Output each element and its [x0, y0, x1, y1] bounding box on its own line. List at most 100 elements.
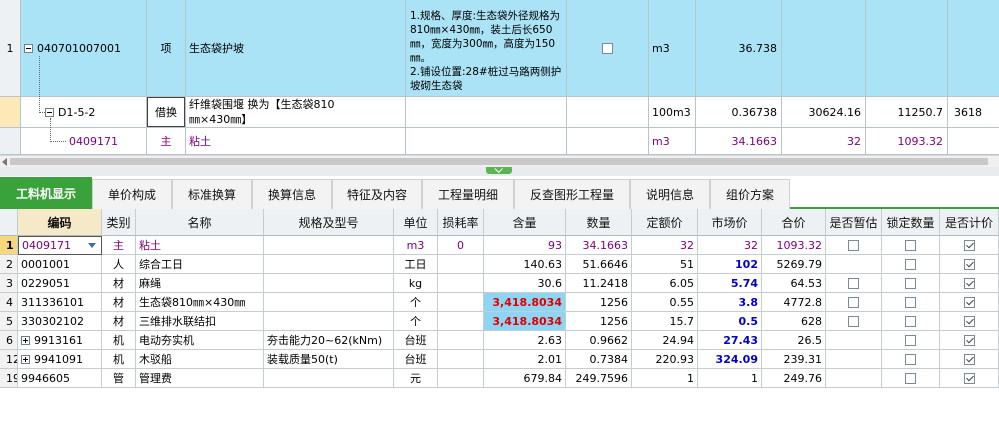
- resource-category[interactable]: 机: [102, 331, 136, 350]
- resource-row[interactable]: 12 9941091 机木驳船装载质量50(t)台班 2.010.7384220.93…: [0, 350, 999, 369]
- item-total[interactable]: 1093.32: [866, 128, 948, 155]
- resource-market-price[interactable]: 0.5: [698, 312, 762, 331]
- lock-quantity-checkbox[interactable]: [882, 331, 940, 350]
- resource-content[interactable]: 3,418.8034: [484, 293, 566, 312]
- item-extra[interactable]: [948, 0, 999, 97]
- header-total-price[interactable]: 合价: [762, 209, 826, 236]
- checkbox[interactable]: [905, 353, 916, 365]
- resource-quota-price[interactable]: 0.55: [632, 293, 698, 312]
- scroll-left-icon[interactable]: [2, 158, 7, 166]
- resource-spec[interactable]: [264, 236, 394, 255]
- item-row-bill[interactable]: 1 040701007001 项 生态袋护坡 1.规格、厚度:生态袋外径规格为8…: [0, 0, 999, 97]
- checkbox[interactable]: [848, 277, 859, 289]
- item-unit-price[interactable]: [782, 0, 866, 97]
- header-unit[interactable]: 单位: [394, 209, 438, 236]
- resource-name[interactable]: 管理费: [136, 369, 264, 388]
- resource-quota-price[interactable]: 24.94: [632, 331, 698, 350]
- resource-total-price[interactable]: 1093.32: [762, 236, 826, 255]
- is-estimated-checkbox[interactable]: [826, 331, 882, 350]
- resource-quantity[interactable]: 34.1663: [566, 236, 632, 255]
- resource-market-price[interactable]: 5.74: [698, 274, 762, 293]
- is-estimated-checkbox[interactable]: [826, 236, 882, 255]
- collapse-icon[interactable]: [45, 107, 54, 117]
- resource-category[interactable]: 材: [102, 312, 136, 331]
- resource-content[interactable]: 2.63: [484, 331, 566, 350]
- resource-row[interactable]: 4 311336101 材生态袋810㎜×430㎜ 个 3,418.8034 1256 0.…: [0, 293, 999, 312]
- is-priced-checkbox[interactable]: [940, 331, 999, 350]
- item-row-quota[interactable]: D1-5-2 借换 纤维袋围堰 换为【生态袋810㎜×430㎜】 100m3 0…: [0, 97, 999, 128]
- resource-code[interactable]: 9946605: [18, 369, 102, 388]
- item-checkbox-cell[interactable]: [567, 0, 649, 97]
- is-priced-checkbox[interactable]: [940, 255, 999, 274]
- header-code[interactable]: 编码: [18, 209, 102, 236]
- item-quantity[interactable]: 36.738: [696, 0, 782, 97]
- header-quantity[interactable]: 数量: [566, 209, 632, 236]
- checkbox[interactable]: [905, 334, 916, 346]
- tab-unit-price-composition[interactable]: 单价构成: [92, 179, 172, 209]
- dropdown-arrow-icon[interactable]: [88, 243, 96, 248]
- is-estimated-checkbox[interactable]: [826, 369, 882, 388]
- item-unit-price[interactable]: 30624.16: [782, 97, 866, 128]
- lock-quantity-checkbox[interactable]: [882, 236, 940, 255]
- resource-category[interactable]: 机: [102, 350, 136, 369]
- resource-category[interactable]: 人: [102, 255, 136, 274]
- resource-name[interactable]: 木驳船: [136, 350, 264, 369]
- is-estimated-checkbox[interactable]: [826, 312, 882, 331]
- resource-row[interactable]: 6 9913161 机电动夯实机 夯击能力20~62(kNm) 台班 2.63 0.9662…: [0, 331, 999, 350]
- resource-market-price[interactable]: 324.09: [698, 350, 762, 369]
- resource-loss-rate[interactable]: [438, 312, 484, 331]
- tab-features-content[interactable]: 特征及内容: [332, 179, 422, 209]
- checkbox[interactable]: [848, 239, 859, 251]
- item-feature-description[interactable]: [406, 128, 567, 155]
- expand-icon[interactable]: [21, 354, 30, 364]
- resource-row[interactable]: 2 0001001 人综合工日 工日 140.63 51.6646 51 102 5269.79: [0, 255, 999, 274]
- pane-splitter[interactable]: [0, 167, 999, 176]
- is-priced-checkbox[interactable]: [940, 293, 999, 312]
- tab-conversion-info[interactable]: 换算信息: [252, 179, 332, 209]
- resource-loss-rate[interactable]: [438, 274, 484, 293]
- resource-quota-price[interactable]: 15.7: [632, 312, 698, 331]
- resource-quota-price[interactable]: 220.93: [632, 350, 698, 369]
- resource-name[interactable]: 生态袋810㎜×430㎜: [136, 293, 264, 312]
- resource-category[interactable]: 管: [102, 369, 136, 388]
- item-quantity[interactable]: 0.36738: [696, 97, 782, 128]
- resource-quantity[interactable]: 51.6646: [566, 255, 632, 274]
- resource-quantity[interactable]: 0.9662: [566, 331, 632, 350]
- is-priced-checkbox[interactable]: [940, 369, 999, 388]
- lock-quantity-checkbox[interactable]: [882, 369, 940, 388]
- resource-category[interactable]: 主: [102, 236, 136, 255]
- checkbox[interactable]: [963, 277, 975, 289]
- resource-quantity[interactable]: 11.2418: [566, 274, 632, 293]
- header-spec-model[interactable]: 规格及型号: [264, 209, 394, 236]
- header-is-estimated[interactable]: 是否暂估: [826, 209, 882, 236]
- resource-spec[interactable]: 夯击能力20~62(kNm): [264, 331, 394, 350]
- item-extra[interactable]: 3618: [948, 97, 999, 128]
- resource-spec[interactable]: [264, 293, 394, 312]
- item-unit-price[interactable]: 32: [782, 128, 866, 155]
- resource-quota-price[interactable]: 1: [632, 369, 698, 388]
- resource-total-price[interactable]: 64.53: [762, 274, 826, 293]
- resource-unit[interactable]: m3: [394, 236, 438, 255]
- resource-unit[interactable]: 工日: [394, 255, 438, 274]
- tab-quantity-detail[interactable]: 工程量明细: [422, 179, 514, 209]
- resource-name[interactable]: 电动夯实机: [136, 331, 264, 350]
- tab-labor-material-machine[interactable]: 工料机显示: [0, 177, 92, 209]
- resource-total-price[interactable]: 5269.79: [762, 255, 826, 274]
- item-unit[interactable]: m3: [649, 128, 696, 155]
- checkbox[interactable]: [963, 353, 975, 365]
- resource-name[interactable]: 粘土: [136, 236, 264, 255]
- is-priced-checkbox[interactable]: [940, 312, 999, 331]
- collapse-pane-icon[interactable]: [486, 167, 512, 174]
- checkbox[interactable]: [848, 315, 859, 327]
- is-priced-checkbox[interactable]: [940, 236, 999, 255]
- resource-name[interactable]: 三维排水联结扣: [136, 312, 264, 331]
- checkbox[interactable]: [963, 334, 975, 346]
- resource-quantity[interactable]: 249.7596: [566, 369, 632, 388]
- item-extra[interactable]: [948, 128, 999, 155]
- is-estimated-checkbox[interactable]: [826, 255, 882, 274]
- resource-code[interactable]: 330302102: [18, 312, 102, 331]
- resource-content[interactable]: 30.6: [484, 274, 566, 293]
- resource-category[interactable]: 材: [102, 293, 136, 312]
- resource-market-price[interactable]: 102: [698, 255, 762, 274]
- item-quantity[interactable]: 34.1663: [696, 128, 782, 155]
